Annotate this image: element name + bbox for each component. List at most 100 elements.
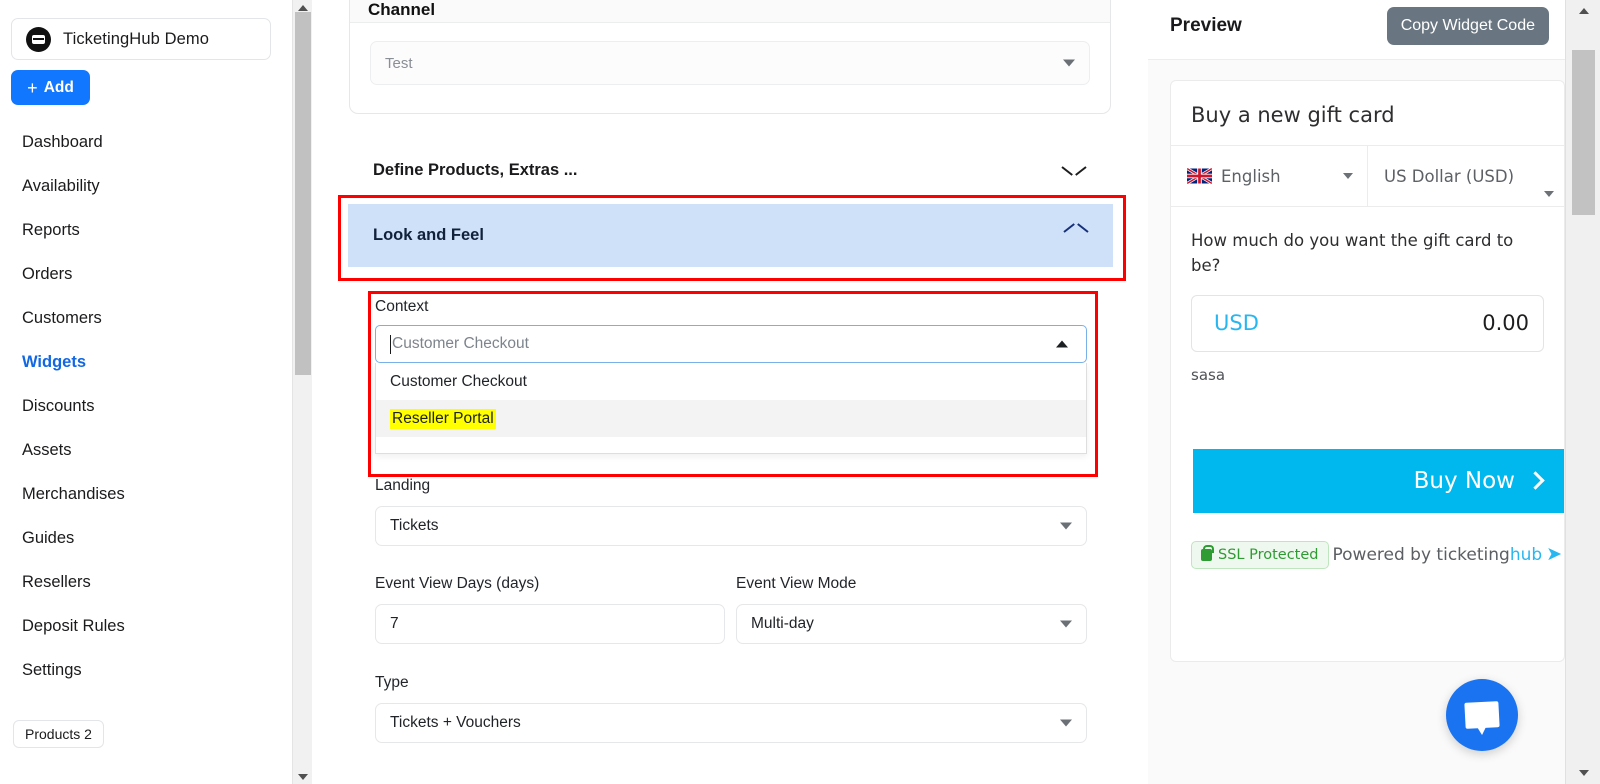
browser-scrollbar[interactable] — [1565, 0, 1600, 784]
sidebar-item-label: Widgets — [22, 352, 87, 371]
buy-now-button[interactable]: Buy Now — [1193, 449, 1564, 513]
sidebar-item-deposit-rules[interactable]: Deposit Rules — [0, 604, 291, 648]
status-badge: SSL Protected — [1191, 541, 1329, 569]
sidebar-item-label: Availability — [22, 176, 100, 195]
chevron-down-icon — [1060, 522, 1072, 530]
add-button[interactable]: + Add — [11, 70, 90, 105]
sidebar-item-widgets[interactable]: Widgets — [0, 340, 291, 384]
preview-header: Preview Copy Widget Code — [1148, 0, 1565, 60]
event-view-mode-value: Multi-day — [751, 615, 814, 632]
widget-body: How much do you want the gift card to be… — [1171, 207, 1564, 384]
event-view-days-input[interactable]: 7 — [375, 604, 725, 644]
landing-select[interactable]: Tickets — [375, 506, 1087, 546]
channel-card-body: Test — [350, 23, 1110, 103]
channel-select[interactable]: Test — [370, 41, 1090, 85]
accordion-look-and-feel-label: Look and Feel — [373, 226, 484, 244]
accordion-look-and-feel[interactable]: Look and Feel — [348, 204, 1113, 267]
sidebar-item-orders[interactable]: Orders — [0, 252, 291, 296]
powered-prefix: Powered by ticketing — [1332, 545, 1510, 565]
context-dropdown-menu: Customer Checkout Reseller Portal — [375, 363, 1087, 454]
chevron-down-icon — [1060, 620, 1072, 628]
scroll-up-icon[interactable] — [1566, 0, 1600, 22]
type-select[interactable]: Tickets + Vouchers — [375, 703, 1087, 743]
sidebar-item-label: Orders — [22, 264, 73, 283]
context-option-reseller-portal[interactable]: Reseller Portal — [376, 400, 1086, 437]
chevron-down-icon — [1063, 164, 1085, 177]
language-select-value: English — [1221, 166, 1281, 186]
products-badge[interactable]: Products 2 — [13, 720, 104, 748]
sidebar-item-dashboard[interactable]: Dashboard — [0, 120, 291, 164]
chat-bubble-icon — [1464, 701, 1500, 729]
gift-card-note: sasa — [1191, 365, 1226, 384]
accordion-define-products-label: Define Products, Extras ... — [373, 160, 578, 179]
event-view-mode-select[interactable]: Multi-day — [736, 604, 1087, 644]
sidebar-item-label: Guides — [22, 528, 75, 547]
scroll-down-icon[interactable] — [1566, 762, 1600, 784]
currency-select[interactable]: US Dollar (USD) — [1367, 146, 1564, 206]
chat-button[interactable] — [1446, 679, 1518, 751]
sidebar-item-label: Discounts — [22, 396, 95, 415]
sidebar-item-label: Dashboard — [22, 132, 103, 151]
sidebar-item-resellers[interactable]: Resellers — [0, 560, 291, 604]
chevron-down-icon — [1060, 719, 1072, 727]
sidebar-item-discounts[interactable]: Discounts — [0, 384, 291, 428]
type-label: Type — [375, 674, 409, 691]
widget-heading: Buy a new gift card — [1191, 103, 1395, 127]
sidebar-item-merchandises[interactable]: Merchandises — [0, 472, 291, 516]
sidebar-item-reports[interactable]: Reports — [0, 208, 291, 252]
uk-flag-icon — [1187, 168, 1212, 184]
context-option-label: Reseller Portal — [390, 408, 496, 429]
dropdown-padding — [376, 437, 1086, 453]
sidebar-item-settings[interactable]: Settings — [0, 648, 291, 692]
ticketinghub-logo-icon — [26, 26, 51, 52]
sidebar-scrollbar[interactable] — [292, 0, 312, 784]
widget-footer: SSL Protected Powered by ticketinghub ➤ — [1191, 541, 1562, 569]
sidebar-item-label: Merchandises — [22, 484, 125, 503]
sidebar-item-label: Customers — [22, 308, 102, 327]
context-option-customer-checkout[interactable]: Customer Checkout — [376, 363, 1086, 400]
chevron-down-icon — [1063, 59, 1075, 67]
sidebar-item-label: Settings — [22, 660, 82, 679]
context-input[interactable]: Customer Checkout — [375, 325, 1087, 363]
landing-label: Landing — [375, 477, 431, 494]
channel-select-value: Test — [385, 54, 413, 72]
brand-chip[interactable]: TicketingHub Demo — [11, 18, 271, 60]
context-input-value: Customer Checkout — [392, 335, 529, 352]
accordion-define-products[interactable]: Define Products, Extras ... — [349, 151, 1111, 189]
sidebar-item-assets[interactable]: Assets — [0, 428, 291, 472]
currency-select-value: US Dollar (USD) — [1384, 166, 1515, 186]
ssl-badge-label: SSL Protected — [1218, 547, 1319, 563]
preview-title: Preview — [1170, 14, 1242, 36]
chevron-up-icon — [1065, 229, 1087, 242]
sidebar-item-availability[interactable]: Availability — [0, 164, 291, 208]
chevron-down-icon — [1544, 191, 1554, 197]
ticketinghub-bird-icon: ➤ — [1546, 543, 1563, 565]
widget-selectors: English US Dollar (USD) — [1171, 145, 1564, 207]
preview-panel: Preview Copy Widget Code Buy a new gift … — [1148, 0, 1565, 784]
text-cursor — [390, 334, 391, 354]
event-view-days-label: Event View Days (days) — [375, 575, 540, 592]
sidebar-item-guides[interactable]: Guides — [0, 516, 291, 560]
add-button-label: Add — [43, 78, 74, 96]
brand-name: TicketingHub Demo — [63, 29, 209, 48]
sidebar-item-label: Deposit Rules — [22, 616, 125, 635]
gift-card-amount-input[interactable]: USD 0.00 — [1191, 294, 1544, 352]
context-label: Context — [375, 298, 429, 315]
event-view-days-value: 7 — [390, 615, 399, 632]
sidebar-scrollbar-thumb[interactable] — [295, 12, 311, 375]
browser-scrollbar-thumb[interactable] — [1572, 50, 1595, 215]
powered-suffix: hub — [1509, 545, 1543, 565]
amount-value: 0.00 — [1482, 311, 1529, 335]
sidebar-nav: Dashboard Availability Reports Orders Cu… — [0, 120, 291, 692]
sidebar-item-label: Reports — [22, 220, 80, 239]
sidebar-item-customers[interactable]: Customers — [0, 296, 291, 340]
sidebar-item-label: Assets — [22, 440, 72, 459]
copy-widget-code-button[interactable]: Copy Widget Code — [1386, 6, 1549, 45]
context-field-group: Context Customer Checkout Customer Check… — [375, 298, 1087, 454]
language-select[interactable]: English — [1171, 146, 1367, 206]
scroll-down-icon[interactable] — [293, 769, 313, 784]
buy-now-label: Buy Now — [1413, 468, 1515, 494]
channel-card: Channel Test — [349, 0, 1111, 114]
app-window: TicketingHub Demo + Add Dashboard Availa… — [0, 0, 1600, 784]
sidebar-item-label: Resellers — [22, 572, 91, 591]
